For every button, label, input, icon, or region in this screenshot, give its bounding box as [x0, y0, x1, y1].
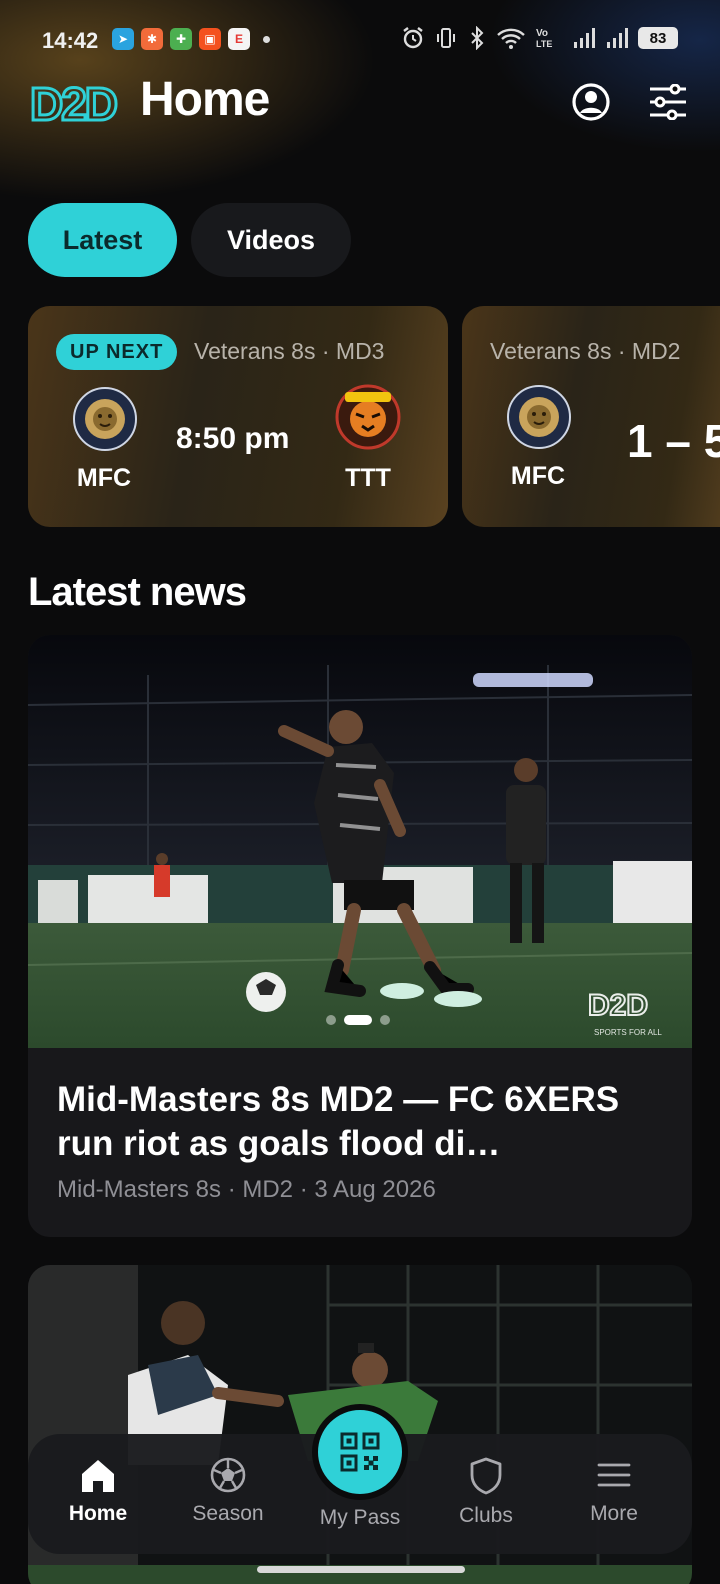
football-icon — [210, 1457, 246, 1493]
d2d-logo: D2D — [29, 77, 121, 129]
carousel-dot-active[interactable] — [344, 1015, 372, 1025]
shield-icon — [470, 1457, 502, 1495]
up-next-badge: UP NEXT — [56, 334, 178, 370]
mfc-crest-icon — [507, 385, 571, 449]
profile-icon[interactable] — [571, 82, 611, 122]
tab-videos[interactable]: Videos — [191, 203, 351, 277]
home-team-code: MFC — [510, 462, 566, 490]
page-title: Home — [140, 73, 270, 126]
settings-sliders-icon[interactable] — [648, 84, 688, 120]
signal-icon — [574, 28, 595, 48]
match-competition: Veterans 8s · MD3 — [194, 338, 385, 364]
vibrate-icon — [437, 28, 455, 48]
match-card-up-next[interactable]: UP NEXT Veterans 8s · MD3 MFC 8:50 pm TT… — [28, 306, 448, 527]
home-indicator[interactable] — [257, 1566, 465, 1573]
carousel-dots[interactable] — [326, 1015, 390, 1025]
qr-code-icon — [340, 1432, 380, 1472]
status-time: 14:42 — [42, 28, 99, 53]
match-competition: Veterans 8s · MD2 — [490, 338, 681, 364]
kickoff-time: 8:50 pm — [176, 422, 290, 455]
nav-home[interactable]: Home — [38, 1434, 158, 1554]
more-notifications-dot — [263, 35, 270, 43]
app-red-icon: E — [228, 28, 250, 50]
news-photo[interactable]: D2D SPORTS FOR ALL — [28, 635, 692, 1048]
alarm-icon — [403, 27, 423, 49]
nav-season[interactable]: Season — [168, 1434, 288, 1554]
shop-icon: ▣ — [199, 28, 221, 50]
my-pass-button[interactable] — [312, 1404, 408, 1500]
home-team-code: MFC — [76, 464, 132, 492]
news-card[interactable]: D2D SPORTS FOR ALL Mid-Masters 8s MD2 — … — [28, 635, 692, 1237]
svg-text:Vo: Vo — [536, 28, 548, 39]
signal-icon — [607, 28, 628, 48]
nav-more[interactable]: More — [554, 1434, 674, 1554]
status-bar: 14:42 ➤ ✱ ✚ ▣ E Vo LTE 83 — [0, 18, 720, 66]
nav-label: Season — [192, 1502, 264, 1525]
app-green-icon: ✚ — [170, 28, 192, 50]
bluetooth-icon — [471, 26, 484, 50]
nav-label: My Pass — [319, 1506, 401, 1529]
menu-icon — [597, 1463, 631, 1487]
wifi-icon — [497, 28, 525, 49]
system-icons: Vo LTE 83 — [401, 26, 678, 50]
svg-text:SPORTS FOR ALL: SPORTS FOR ALL — [594, 1028, 662, 1037]
watermark-logo: D2D — [588, 989, 648, 1022]
match-card-result[interactable]: Veterans 8s · MD2 MFC 1 – 5 — [462, 306, 720, 527]
nav-my-pass[interactable]: My Pass — [306, 1404, 414, 1554]
news-headline[interactable]: Mid-Masters 8s MD2 — FC 6XERS run riot a… — [57, 1078, 667, 1166]
app-orange-icon: ✱ — [141, 28, 163, 50]
news-meta: Mid-Masters 8s · MD2 · 3 Aug 2026 — [57, 1176, 436, 1203]
volte-icon: VoLTE — [536, 28, 552, 49]
carousel-dot[interactable] — [326, 1015, 336, 1025]
ttt-crest-icon — [335, 384, 401, 450]
away-team-code: TTT — [345, 464, 391, 492]
battery-indicator: 83 — [638, 27, 678, 49]
match-score: 1 – 5 — [627, 415, 720, 467]
nav-clubs[interactable]: Clubs — [426, 1434, 546, 1554]
nav-label: Home — [68, 1502, 128, 1525]
home-icon — [82, 1460, 114, 1492]
notification-icons: ➤ ✱ ✚ ▣ E — [112, 28, 270, 50]
tab-latest[interactable]: Latest — [28, 203, 177, 277]
nav-label: More — [590, 1502, 638, 1525]
carousel-dot[interactable] — [380, 1015, 390, 1025]
nav-label: Clubs — [459, 1504, 513, 1527]
latest-news-heading: Latest news — [28, 570, 247, 614]
svg-text:D2D: D2D — [30, 78, 117, 128]
telegram-icon: ➤ — [112, 28, 134, 50]
svg-text:LTE: LTE — [536, 39, 552, 49]
mfc-crest-icon — [73, 387, 137, 451]
bottom-navigation: Home Season My Pass Clubs More — [28, 1404, 692, 1554]
